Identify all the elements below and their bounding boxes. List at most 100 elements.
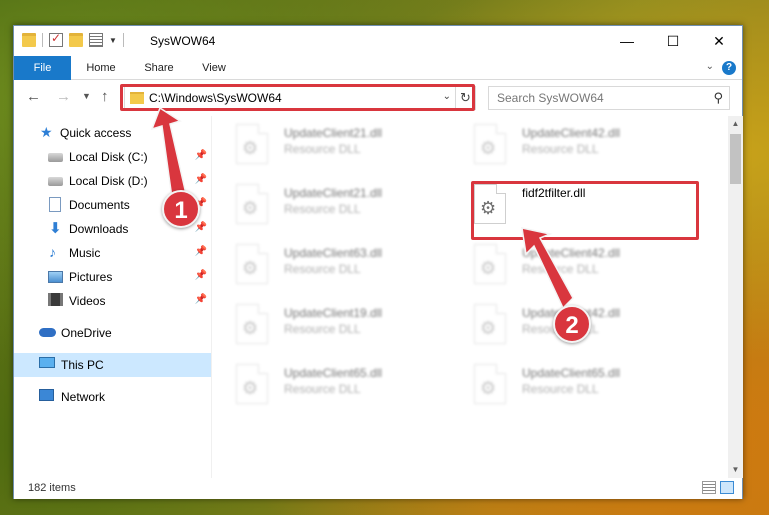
file-item[interactable]: ⚙ UpdateClient21.dll Resource DLL [212,120,432,170]
tab-file[interactable]: File [14,56,71,80]
new-folder-icon[interactable] [69,33,83,47]
file-item[interactable]: ⚙ UpdateClient21.dll Resource DLL [212,180,432,230]
disk-icon [48,153,63,162]
sidebar-item-onedrive[interactable]: OneDrive [14,321,211,345]
file-item[interactable]: ⚙ UpdateClient65.dll Resource DLL [450,360,670,410]
file-item[interactable]: ⚙ UpdateClient42.dll Resource DLL [450,240,670,290]
dll-file-icon: ⚙ [236,184,268,224]
large-icons-view-icon[interactable] [720,481,734,494]
minimize-button[interactable]: — [604,26,650,56]
details-view-icon[interactable] [702,481,716,494]
expand-ribbon-icon[interactable]: ⌄ [706,61,714,72]
dll-file-icon: ⚙ [236,124,268,164]
step-1-badge: 1 [162,190,200,228]
file-name: UpdateClient21.dll [284,186,383,200]
file-name: UpdateClient19.dll [284,306,383,320]
scroll-up-icon[interactable]: ▲ [728,116,743,132]
dll-file-icon: ⚙ [236,364,268,404]
gear-icon: ⚙ [480,378,497,398]
search-input[interactable]: Search SysWOW64 ⚲ [488,86,730,110]
sidebar-item-this-pc[interactable]: This PC [14,353,211,377]
sidebar-item-network[interactable]: Network [14,385,211,409]
tab-home[interactable]: Home [76,56,126,80]
scroll-thumb[interactable] [730,134,741,184]
sidebar-item-local-disk-c[interactable]: Local Disk (C:) 📌 [14,145,211,169]
file-item[interactable]: ⚙ UpdateClient63.dll Resource DLL [212,240,432,290]
file-type: Resource DLL [522,382,599,396]
file-name: UpdateClient42.dll [522,126,621,140]
close-button[interactable]: ✕ [696,26,742,56]
pin-icon[interactable]: 📌 [195,294,207,305]
pictures-icon [48,271,63,283]
tab-share[interactable]: Share [134,56,184,80]
document-icon [49,197,61,212]
up-arrow-icon[interactable]: ↑ [101,88,109,105]
pin-icon[interactable]: 📌 [195,174,207,185]
pin-icon[interactable]: 📌 [195,150,207,161]
file-item[interactable]: ⚙ UpdateClient65.dll Resource DLL [212,360,432,410]
refresh-icon[interactable]: ↻ [455,87,475,109]
disk-icon [48,177,63,186]
ribbon-tabs: File Home Share View ⌄ ? [14,56,742,80]
gear-icon: ⚙ [480,138,497,158]
sidebar-item-videos[interactable]: Videos 📌 [14,289,211,313]
file-item-fidf2tfilter[interactable]: ⚙ fidf2tfilter.dll [450,180,670,230]
file-name: UpdateClient65.dll [284,366,383,380]
sidebar-item-quick-access[interactable]: ★ Quick access [14,121,211,145]
dll-file-icon: ⚙ [474,184,506,224]
folder-icon [130,92,144,104]
file-name: fidf2tfilter.dll [522,186,586,200]
caret-down-icon[interactable]: ▼ [109,36,117,45]
maximize-button[interactable]: ☐ [650,26,696,56]
file-item[interactable]: ⚙ UpdateClient19.dll Resource DLL [212,300,432,350]
help-icon[interactable]: ? [722,61,736,75]
navigation-pane: ★ Quick access Local Disk (C:) 📌 Local D… [14,116,211,478]
file-name: UpdateClient21.dll [284,126,383,140]
music-icon: ♪ [49,244,56,260]
search-icon[interactable]: ⚲ [713,90,723,106]
network-icon [39,389,54,401]
quick-access-toolbar: ▼ [22,31,124,47]
gear-icon: ⚙ [480,258,497,278]
sidebar-item-label: This PC [61,358,104,372]
sidebar-item-label: Quick access [60,126,132,140]
file-type: Resource DLL [522,262,599,276]
cloud-icon [39,328,56,337]
dll-file-icon: ⚙ [236,244,268,284]
vertical-scrollbar[interactable]: ▲ ▼ [728,116,743,478]
sidebar-item-label: Network [61,390,106,404]
computer-icon [39,357,55,368]
status-bar: 182 items [14,478,742,499]
file-type: Resource DLL [284,382,361,396]
file-name: UpdateClient65.dll [522,366,621,380]
pin-icon[interactable]: 📌 [195,222,207,233]
address-bar[interactable]: C:\Windows\SysWOW64 ⌄ ↻ [124,86,476,110]
scroll-down-icon[interactable]: ▼ [728,462,743,478]
download-icon: ⬇ [49,220,62,237]
sidebar-item-label: Music [69,246,101,260]
file-name: UpdateClient63.dll [284,246,383,260]
back-arrow-icon[interactable]: ← [26,88,41,105]
file-explorer-window: ▼ SysWOW64 — ☐ ✕ File Home Share View ⌄ … [13,25,743,499]
folder-icon [22,33,36,47]
address-path[interactable]: C:\Windows\SysWOW64 [149,91,282,105]
chevron-down-icon[interactable]: ⌄ [443,91,451,102]
gear-icon: ⚙ [242,198,259,218]
tab-view[interactable]: View [190,56,238,80]
title-bar: ▼ SysWOW64 — ☐ ✕ [14,26,742,56]
gear-icon: ⚙ [480,318,497,338]
recent-locations-icon[interactable]: ▼ [82,91,91,101]
window-controls: — ☐ ✕ [604,26,742,56]
pin-icon[interactable]: 📌 [195,270,207,281]
file-item[interactable]: ⚙ UpdateClient42.dll Resource DLL [450,120,670,170]
forward-arrow-icon[interactable]: → [56,88,71,105]
sidebar-item-music[interactable]: ♪ Music 📌 [14,241,211,265]
properties-check-icon[interactable] [49,31,63,47]
gear-icon: ⚙ [480,198,497,218]
sidebar-item-pictures[interactable]: Pictures 📌 [14,265,211,289]
customize-toolbar-icon[interactable] [89,33,103,47]
dll-file-icon: ⚙ [474,244,506,284]
pin-icon[interactable]: 📌 [195,246,207,257]
gear-icon: ⚙ [242,258,259,278]
step-2-badge: 2 [553,305,591,343]
